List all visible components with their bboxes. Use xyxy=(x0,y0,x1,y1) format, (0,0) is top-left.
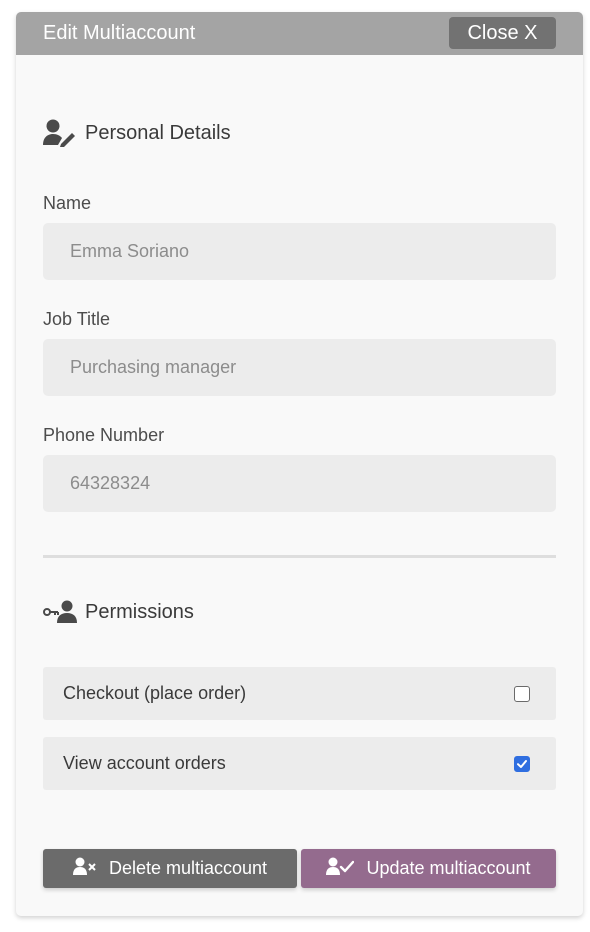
checkmark-icon xyxy=(517,760,527,768)
job-title-label: Job Title xyxy=(43,309,111,329)
checkout-checkbox[interactable] xyxy=(514,686,530,702)
permission-label-view-orders: View account orders xyxy=(63,753,226,773)
phone-number-label: Phone Number xyxy=(43,425,165,445)
delete-multiaccount-button[interactable]: Delete multiaccount xyxy=(43,849,297,888)
personal-details-heading: Personal Details xyxy=(43,118,231,148)
permission-row-checkout[interactable]: Checkout (place order) xyxy=(43,667,556,720)
edit-multiaccount-modal: Edit Multiaccount Close X Personal Detai… xyxy=(16,12,583,916)
update-button-label: Update multiaccount xyxy=(366,858,531,878)
delete-button-label: Delete multiaccount xyxy=(108,858,268,878)
user-edit-icon xyxy=(43,119,77,147)
phone-number-field[interactable] xyxy=(43,455,556,512)
name-label: Name xyxy=(43,193,92,213)
update-multiaccount-button[interactable]: Update multiaccount xyxy=(301,849,556,888)
user-key-icon xyxy=(43,600,77,624)
modal-title: Edit Multiaccount xyxy=(43,22,196,44)
permission-row-view-orders[interactable]: View account orders xyxy=(43,737,556,790)
view-orders-checkbox[interactable] xyxy=(514,756,530,772)
permission-label-checkout: Checkout (place order) xyxy=(63,683,247,703)
name-field[interactable] xyxy=(43,223,556,280)
modal-titlebar: Edit Multiaccount Close X xyxy=(16,12,583,55)
job-title-field[interactable] xyxy=(43,339,556,396)
user-check-icon xyxy=(326,857,355,880)
close-button[interactable]: Close X xyxy=(449,17,556,49)
permissions-label: Permissions xyxy=(85,600,194,623)
user-remove-icon xyxy=(72,857,97,880)
permissions-heading: Permissions xyxy=(43,597,194,627)
section-divider xyxy=(43,555,556,558)
personal-details-label: Personal Details xyxy=(85,121,231,144)
